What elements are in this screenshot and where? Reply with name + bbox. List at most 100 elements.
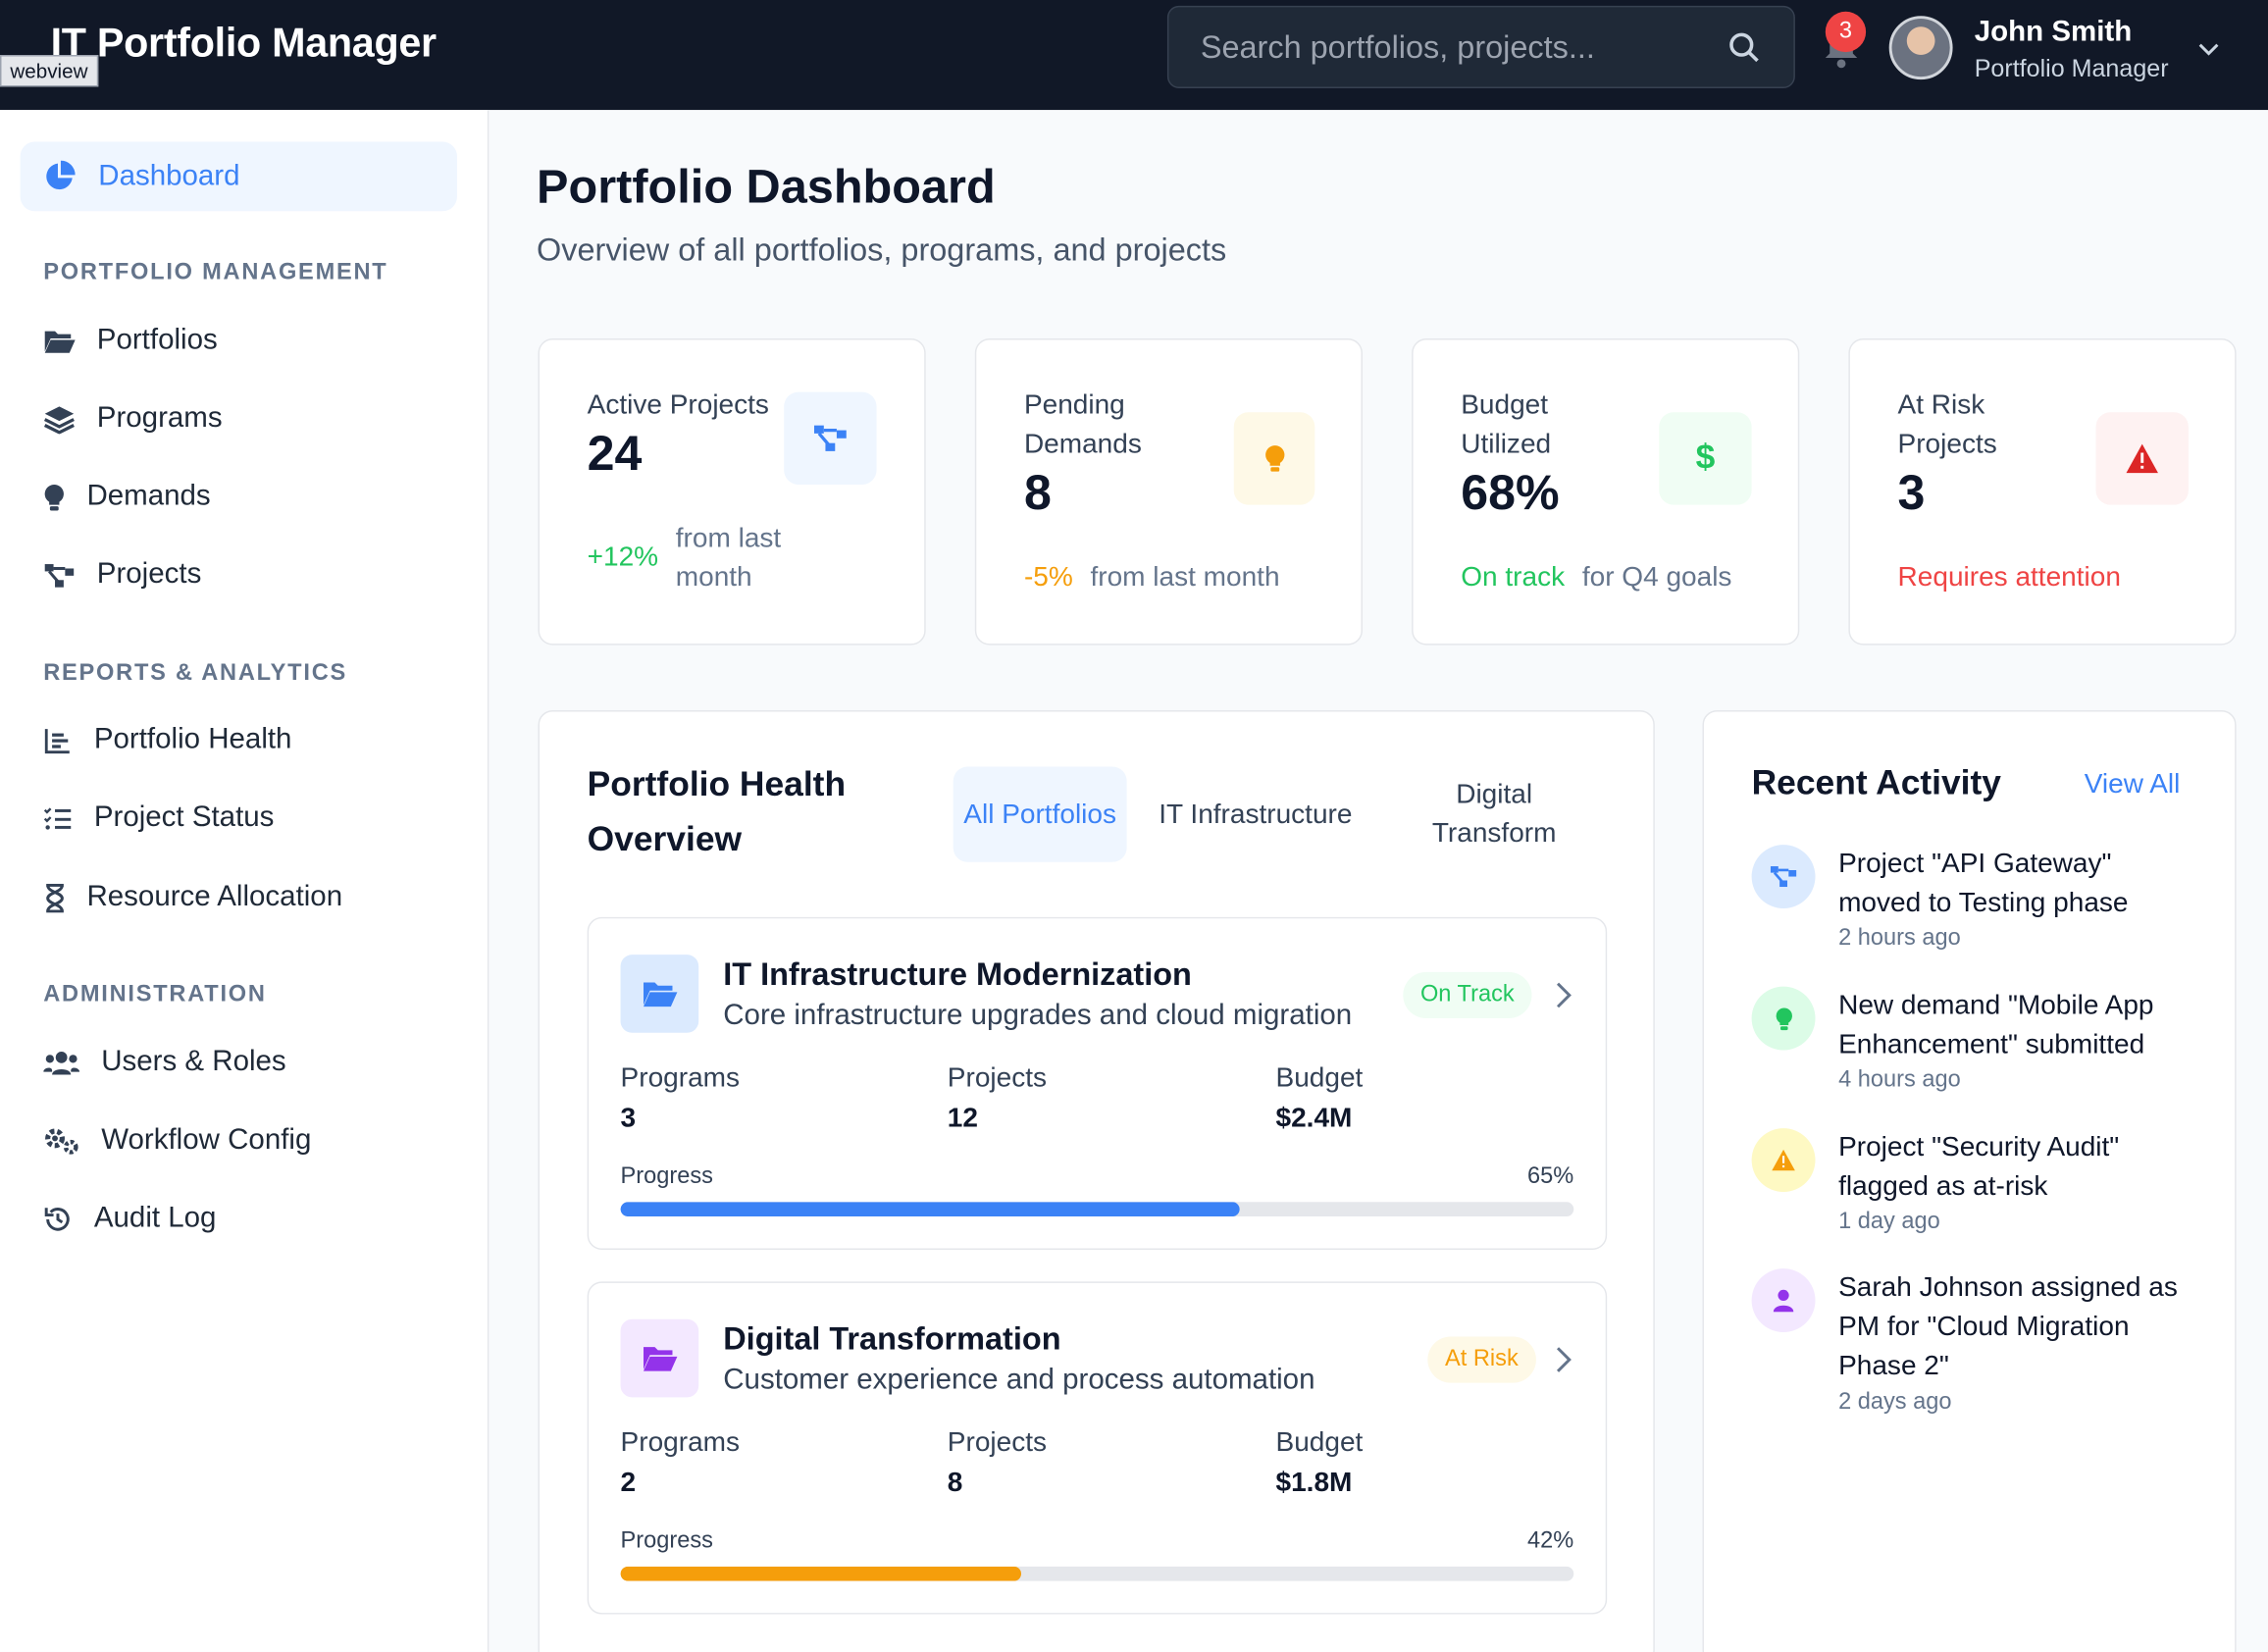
stat-label: Pending Demands — [1023, 390, 1142, 460]
user-name[interactable]: John Smith — [1975, 16, 2133, 49]
stat-delta: Requires attention — [1897, 562, 2121, 594]
progress-percent: 42% — [1527, 1528, 1574, 1554]
section-administration: ADMINISTRATION — [43, 982, 267, 1007]
sidebar-item-portfolio-health[interactable]: Portfolio Health — [43, 723, 291, 756]
lightbulb-icon — [1264, 445, 1284, 472]
programs-label: Programs — [620, 1427, 740, 1459]
stat-card-pending-demands[interactable]: Pending Demands 8 -5% from last month — [974, 338, 1363, 645]
chevron-down-icon[interactable] — [2195, 36, 2222, 63]
user-icon — [1773, 1289, 1794, 1313]
sidebar-item-users-roles[interactable]: Users & Roles — [43, 1046, 286, 1079]
activity-time: 4 hours ago — [1838, 1067, 1961, 1093]
stat-card-active-projects[interactable]: Active Projects 24 +12% from last month — [538, 338, 926, 645]
projects-value: 12 — [947, 1104, 978, 1135]
activity-text: New demand "Mobile App Enhancement" subm… — [1838, 991, 2154, 1060]
chevron-right-icon[interactable] — [1552, 979, 1575, 1010]
bar-chart-icon — [44, 728, 70, 753]
stat-card-at-risk[interactable]: At Risk Projects 3 Requires attention — [1848, 338, 2237, 645]
progress-bar — [620, 1566, 1574, 1581]
sidebar-item-label: Projects — [96, 558, 202, 591]
stat-foot-text: for Q4 goals — [1581, 562, 1732, 594]
pie-chart-icon — [46, 160, 76, 190]
panel-title: Recent Activity — [1751, 763, 2001, 803]
stat-foot-text: from last month — [675, 523, 782, 594]
progress-fill — [620, 1202, 1241, 1217]
sidebar-item-audit-log[interactable]: Audit Log — [43, 1202, 216, 1235]
activity-text: Project "Security Audit" flagged as at-r… — [1838, 1132, 2120, 1203]
tab-digital-transform[interactable]: Digital Transform — [1408, 766, 1581, 861]
sidebar-item-programs[interactable]: Programs — [43, 401, 223, 436]
chevron-right-icon[interactable] — [1552, 1344, 1575, 1375]
portfolio-name: Digital Transformation — [723, 1320, 1061, 1358]
sidebar-item-project-status[interactable]: Project Status — [43, 801, 274, 835]
budget-value: $1.8M — [1275, 1468, 1353, 1499]
webview-tag: webview — [0, 55, 98, 87]
sidebar-item-label: Programs — [96, 401, 223, 435]
layers-icon — [43, 405, 75, 434]
stat-icon-bg — [784, 391, 877, 485]
portfolio-description: Core infrastructure upgrades and cloud m… — [723, 999, 1353, 1032]
page-title: Portfolio Dashboard — [537, 159, 996, 213]
activity-time: 2 days ago — [1838, 1389, 1952, 1416]
sidebar-item-label: Dashboard — [98, 159, 240, 192]
projects-value: 8 — [947, 1468, 963, 1499]
progress-label: Progress — [620, 1163, 713, 1190]
stat-value: 68% — [1461, 465, 1560, 521]
sidebar-item-workflow-config[interactable]: Workflow Config — [43, 1124, 311, 1158]
portfolio-icon-bg — [620, 1318, 699, 1398]
tab-it-infrastructure[interactable]: IT Infrastructure — [1153, 766, 1358, 861]
warning-icon — [2126, 443, 2158, 474]
stat-foot-text: from last month — [1090, 562, 1280, 594]
portfolio-name: IT Infrastructure Modernization — [723, 955, 1192, 993]
stat-icon-bg — [2095, 412, 2189, 505]
project-diagram-icon — [44, 563, 75, 587]
sidebar-item-portfolios[interactable]: Portfolios — [43, 324, 218, 357]
folder-open-icon — [643, 982, 678, 1007]
search-input[interactable] — [1200, 27, 1727, 67]
project-diagram-icon — [1770, 866, 1797, 888]
sidebar-item-label: Resource Allocation — [86, 880, 343, 913]
progress-percent: 65% — [1527, 1163, 1574, 1190]
stat-delta: On track — [1461, 562, 1566, 594]
sidebar-item-demands[interactable]: Demands — [43, 481, 211, 514]
stat-card-budget-utilized[interactable]: Budget Utilized 68% $ On track for Q4 go… — [1412, 338, 1800, 645]
portfolio-description: Customer experience and process automati… — [723, 1364, 1315, 1396]
tab-all-portfolios[interactable]: All Portfolios — [953, 766, 1127, 862]
stat-value: 24 — [587, 426, 643, 483]
programs-value: 3 — [620, 1104, 637, 1135]
search-box[interactable] — [1166, 5, 1795, 88]
stat-delta: -5% — [1023, 562, 1073, 594]
sidebar-item-dashboard[interactable]: Dashboard — [20, 141, 457, 212]
warning-icon — [1772, 1149, 1795, 1171]
sidebar-item-label: Audit Log — [93, 1202, 217, 1234]
programs-value: 2 — [620, 1468, 637, 1499]
task-list-icon — [43, 806, 72, 829]
search-icon[interactable] — [1727, 29, 1762, 64]
panel-title: Portfolio Health Overview — [587, 765, 847, 859]
portfolio-health-panel: Portfolio Health Overview All Portfolios… — [538, 709, 1655, 1652]
stat-delta: +12% — [587, 542, 659, 573]
main-content: Portfolio Dashboard Overview of all port… — [489, 110, 2268, 1652]
status-badge: At Risk — [1427, 1336, 1536, 1383]
dollar-icon: $ — [1695, 438, 1716, 478]
stat-label: Active Projects — [587, 390, 769, 422]
portfolio-card[interactable]: Digital Transformation Customer experien… — [587, 1281, 1608, 1615]
section-reports-analytics: REPORTS & ANALYTICS — [43, 660, 348, 686]
folder-open-icon — [643, 1347, 678, 1371]
page-subtitle: Overview of all portfolios, programs, an… — [537, 231, 1227, 268]
programs-label: Programs — [620, 1062, 740, 1094]
stat-icon-bg: $ — [1659, 412, 1752, 505]
gears-icon — [45, 1127, 78, 1154]
projects-label: Projects — [947, 1427, 1048, 1459]
notification-badge: 3 — [1825, 11, 1867, 53]
avatar[interactable] — [1888, 16, 1953, 80]
budget-value: $2.4M — [1275, 1104, 1353, 1135]
portfolio-card[interactable]: IT Infrastructure Modernization Core inf… — [587, 916, 1608, 1250]
budget-label: Budget — [1275, 1062, 1364, 1094]
view-all-link[interactable]: View All — [2085, 769, 2181, 800]
status-badge: On Track — [1403, 971, 1532, 1019]
sidebar-item-projects[interactable]: Projects — [43, 558, 201, 592]
sidebar-item-resource-allocation[interactable]: Resource Allocation — [43, 881, 342, 914]
folder-icon — [44, 330, 76, 353]
activity-time: 2 hours ago — [1838, 925, 1961, 951]
